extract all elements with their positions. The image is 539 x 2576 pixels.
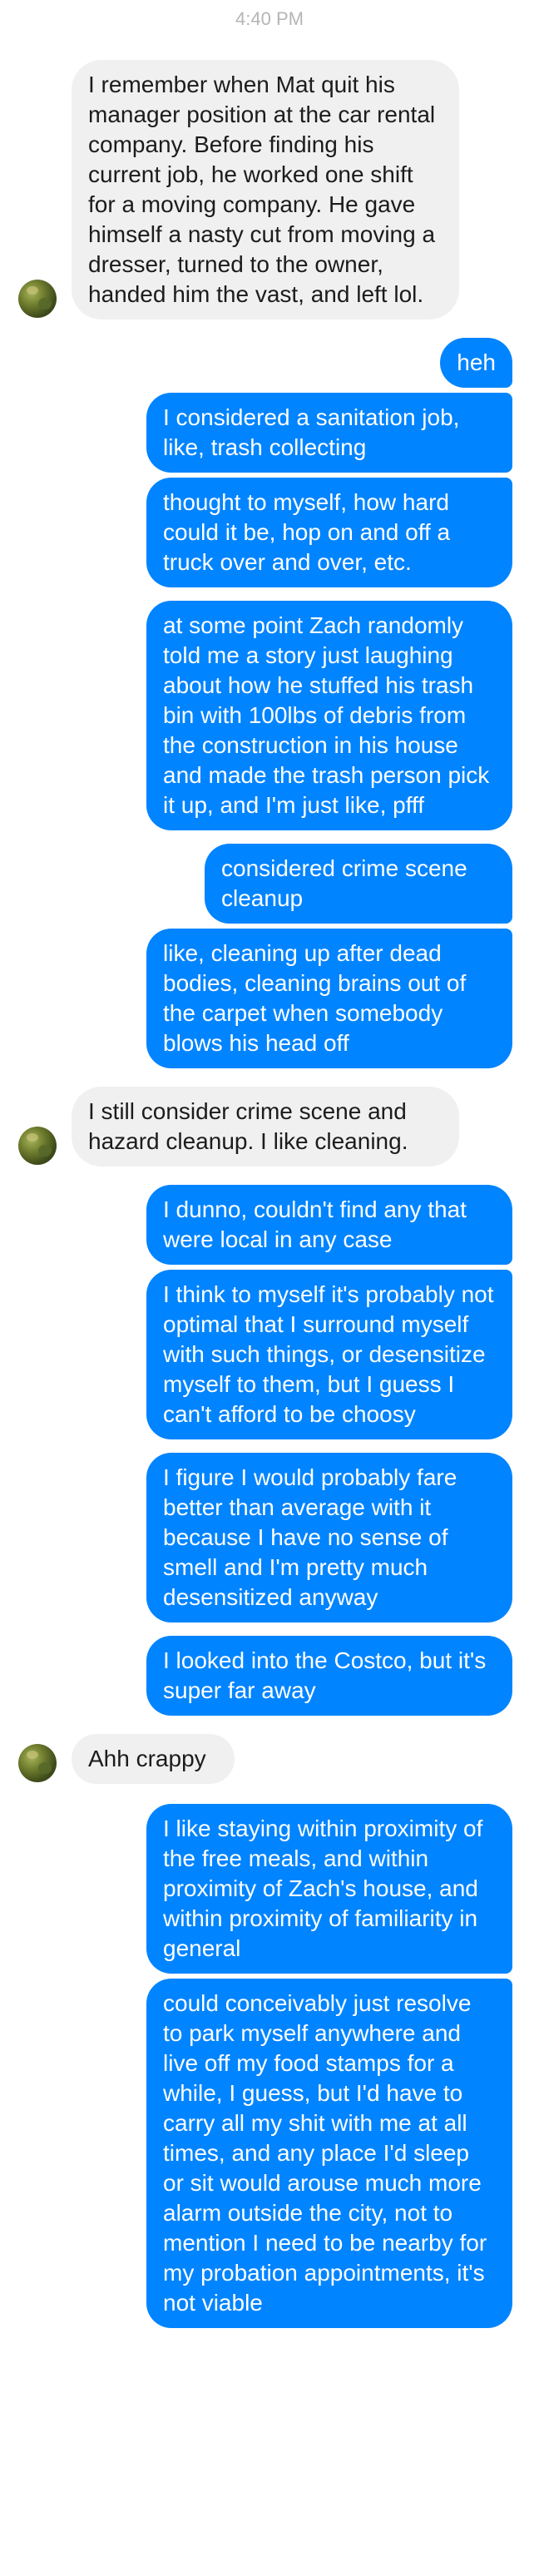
message-bubble-incoming[interactable]: Ahh crappy (72, 1734, 235, 1784)
message-bubble-outgoing[interactable]: like, cleaning up after dead bodies, cle… (146, 929, 512, 1068)
message-bubble-outgoing[interactable]: I like staying within proximity of the f… (146, 1804, 512, 1974)
message-row: like, cleaning up after dead bodies, cle… (0, 929, 539, 1068)
contact-avatar[interactable] (18, 1744, 57, 1782)
timestamp: 4:40 PM (235, 8, 304, 29)
message-row: I looked into the Costco, but it's super… (0, 1636, 539, 1716)
message-row: heh (0, 338, 539, 388)
message-row: I think to myself it's probably not opti… (0, 1270, 539, 1439)
message-bubble-outgoing[interactable]: I considered a sanitation job, like, tra… (146, 393, 512, 473)
message-bubble-outgoing[interactable]: considered crime scene cleanup (205, 844, 512, 924)
message-row: at some point Zach randomly told me a st… (0, 601, 539, 830)
message-row: considered crime scene cleanup (0, 844, 539, 924)
message-bubble-outgoing[interactable]: thought to myself, how hard could it be,… (146, 478, 512, 587)
contact-avatar[interactable] (18, 280, 57, 318)
message-bubble-outgoing[interactable]: could conceivably just resolve to park m… (146, 1979, 512, 2328)
message-row: thought to myself, how hard could it be,… (0, 478, 539, 587)
message-row: Ahh crappy (0, 1734, 539, 1784)
message-row: I remember when Mat quit his manager pos… (0, 60, 539, 320)
message-row: I figure I would probably fare better th… (0, 1453, 539, 1622)
message-row: I still consider crime scene and hazard … (0, 1087, 539, 1167)
message-bubble-outgoing[interactable]: heh (440, 338, 512, 388)
message-bubble-incoming[interactable]: I remember when Mat quit his manager pos… (72, 60, 459, 320)
message-bubble-outgoing[interactable]: at some point Zach randomly told me a st… (146, 601, 512, 830)
message-bubble-outgoing[interactable]: I think to myself it's probably not opti… (146, 1270, 512, 1439)
message-row: I considered a sanitation job, like, tra… (0, 393, 539, 473)
message-row: I like staying within proximity of the f… (0, 1804, 539, 1974)
message-row: I dunno, couldn't find any that were loc… (0, 1185, 539, 1265)
message-bubble-outgoing[interactable]: I figure I would probably fare better th… (146, 1453, 512, 1622)
message-bubble-outgoing[interactable]: I looked into the Costco, but it's super… (146, 1636, 512, 1716)
message-bubble-outgoing[interactable]: I dunno, couldn't find any that were loc… (146, 1185, 512, 1265)
message-bubble-incoming[interactable]: I still consider crime scene and hazard … (72, 1087, 459, 1167)
message-row: could conceivably just resolve to park m… (0, 1979, 539, 2328)
message-thread: I remember when Mat quit his manager pos… (0, 60, 539, 2328)
contact-avatar[interactable] (18, 1127, 57, 1165)
